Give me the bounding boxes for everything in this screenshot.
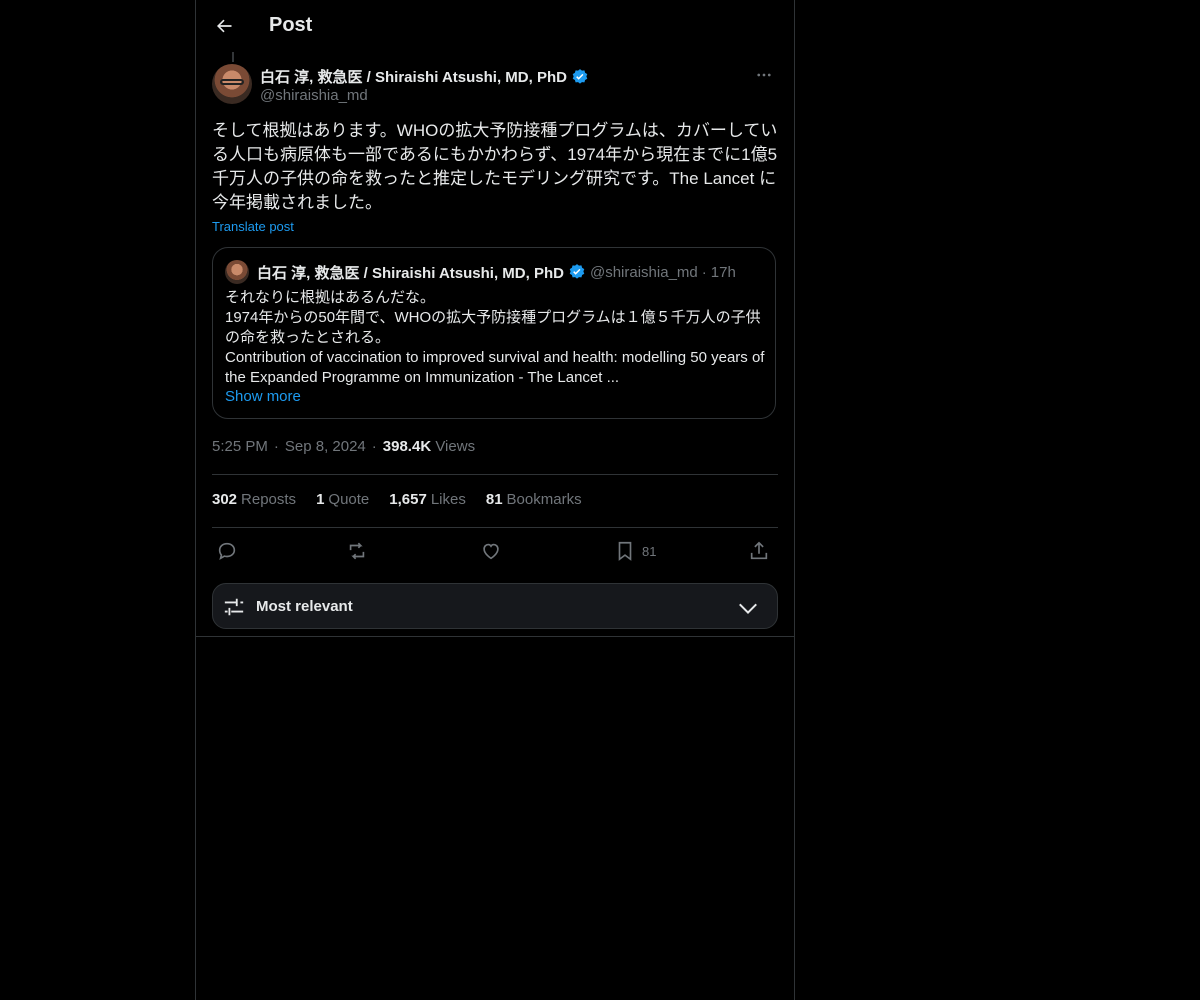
author-name[interactable]: 白石 淳, 救急医 / Shiraishi Atsushi, MD, PhD [260, 66, 567, 87]
primary-column: Post 白石 淳, 救急医 / Shiraishi Atsushi, MD, … [195, 0, 795, 1000]
likes-stat[interactable]: 1,657 Likes [389, 491, 466, 508]
repost-icon [349, 542, 365, 560]
thread-connector [232, 52, 234, 62]
verified-badge-icon [569, 264, 585, 279]
views-count-group[interactable]: 398.4K Views [383, 438, 475, 455]
share-button[interactable] [748, 539, 770, 563]
bookmark-button[interactable]: 81 [614, 539, 656, 563]
author-handle[interactable]: @shiraishia_md [260, 87, 368, 104]
page-title: Post [269, 14, 313, 36]
back-button[interactable] [210, 12, 238, 40]
chevron-down-icon [739, 603, 757, 615]
likes-count: 1,657 [389, 491, 427, 508]
reply-sort-dropdown[interactable]: Most relevant [212, 583, 778, 629]
like-button[interactable] [480, 539, 502, 563]
repost-button[interactable] [346, 539, 368, 563]
bookmarks-count: 81 [485, 491, 503, 508]
quoted-author-handle: @shiraishia_md [589, 263, 698, 281]
bookmarks-label: Bookmarks [506, 491, 582, 508]
quotes-count: 1 [316, 491, 325, 508]
quotes-stat[interactable]: 1 Quote [316, 491, 369, 508]
separator-dot: · [371, 438, 377, 455]
sort-label: Most relevant [256, 598, 353, 615]
heart-icon [483, 543, 499, 560]
quotes-label: Quote [328, 491, 370, 508]
reposts-count: 302 [212, 491, 238, 508]
divider [212, 474, 778, 475]
engagement-stats: 302 Reposts 1 Quote 1,657 Likes 81 Bookmarks [212, 491, 582, 508]
bookmarks-stat[interactable]: 81 Bookmarks [486, 491, 582, 508]
verified-badge-icon [572, 68, 588, 84]
post-metadata: 5:25 PM · Sep 8, 2024 · 398.4K Views [212, 438, 475, 455]
quoted-post[interactable]: 白石 淳, 救急医 / Shiraishi Atsushi, MD, PhD @… [212, 247, 776, 419]
post-time[interactable]: 5:25 PM [212, 438, 268, 455]
reposts-stat[interactable]: 302 Reposts [212, 491, 296, 508]
divider [212, 527, 778, 528]
divider [196, 636, 794, 637]
quoted-post-text: それなりに根拠はあるんだな。 1974年からの50年間で、WHOの拡大予防接種プ… [225, 289, 765, 386]
separator-dot: · [701, 263, 707, 281]
author-name-row[interactable]: 白石 淳, 救急医 / Shiraishi Atsushi, MD, PhD [260, 66, 589, 87]
avatar [225, 260, 249, 284]
reply-icon [218, 542, 236, 561]
post-author: 白石 淳, 救急医 / Shiraishi Atsushi, MD, PhD @… [212, 64, 778, 108]
translate-post-link[interactable]: Translate post [212, 219, 294, 234]
reposts-label: Reposts [241, 491, 297, 508]
reply-button[interactable] [216, 539, 238, 563]
avatar[interactable] [212, 64, 252, 104]
more-options-button[interactable] [750, 64, 778, 86]
page-header: Post [196, 0, 794, 53]
views-label: Views [435, 438, 476, 455]
likes-label: Likes [430, 491, 466, 508]
post-actions: 81 [212, 539, 778, 565]
bookmark-count: 81 [642, 543, 657, 559]
quoted-post-header: 白石 淳, 救急医 / Shiraishi Atsushi, MD, PhD @… [225, 260, 736, 284]
more-horizontal-icon [757, 73, 771, 77]
separator-dot: · [273, 438, 279, 455]
share-icon [750, 541, 768, 560]
sliders-icon [224, 598, 244, 616]
quoted-author-name: 白石 淳, 救急医 / Shiraishi Atsushi, MD, PhD [257, 264, 564, 282]
views-count: 398.4K [382, 438, 432, 455]
bookmark-icon [618, 541, 632, 561]
quoted-post-time: 17h [710, 263, 736, 281]
post-date[interactable]: Sep 8, 2024 [285, 438, 366, 455]
arrow-left-icon [217, 19, 232, 33]
show-more-link[interactable]: Show more [225, 388, 301, 405]
post-text: そして根拠はあります。WHOの拡大予防接種プログラムは、カバーしている人口も病原… [212, 121, 778, 212]
